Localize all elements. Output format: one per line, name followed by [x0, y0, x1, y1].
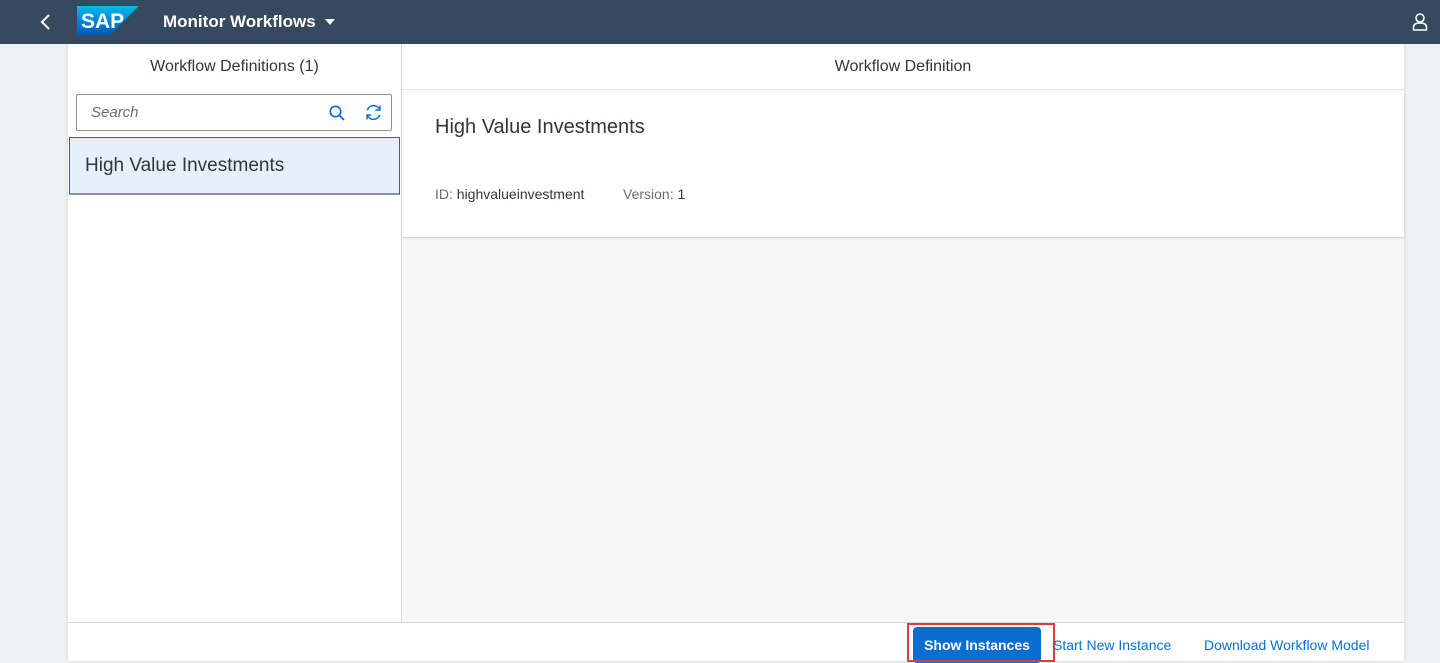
- list-item-label: High Value Investments: [85, 154, 285, 176]
- split-container: Workflow Definitions (1) High Value Inve…: [68, 44, 1404, 663]
- search-button[interactable]: [319, 95, 355, 130]
- object-header: High Value Investments ID: highvalueinve…: [402, 90, 1404, 238]
- search-field: [76, 94, 392, 131]
- attribute-version-value: 1: [677, 186, 686, 202]
- attribute-id: ID: highvalueinvestment: [435, 186, 584, 202]
- start-new-instance-button[interactable]: Start New Instance: [1053, 627, 1171, 663]
- user-button[interactable]: [1404, 6, 1436, 38]
- master-footer: [68, 622, 402, 661]
- download-workflow-model-button[interactable]: Download Workflow Model: [1204, 627, 1369, 663]
- master-pane: Workflow Definitions (1) High Value Inve…: [68, 44, 402, 661]
- refresh-icon: [365, 104, 381, 121]
- caret-down-icon: [324, 19, 335, 25]
- search-icon: [329, 104, 345, 121]
- back-button[interactable]: [30, 6, 62, 38]
- shell-bar: SAP Monitor Workflows: [0, 0, 1440, 44]
- person-icon: [1412, 13, 1428, 31]
- refresh-button[interactable]: [355, 95, 391, 130]
- master-title: Workflow Definitions (1): [150, 57, 319, 75]
- attribute-version-label: Version:: [623, 186, 674, 202]
- app-title: Monitor Workflows: [163, 12, 316, 31]
- attribute-version: Version: 1: [623, 186, 685, 202]
- attribute-id-value: highvalueinvestment: [456, 186, 585, 202]
- app-title-menu[interactable]: Monitor Workflows: [163, 0, 336, 44]
- object-title: High Value Investments: [435, 116, 645, 138]
- detail-footer-toolbar: Show Instances Start New Instance Downlo…: [402, 622, 1404, 663]
- show-instances-button[interactable]: Show Instances: [913, 627, 1041, 663]
- svg-text:SAP: SAP: [81, 10, 124, 33]
- search-input[interactable]: [77, 95, 319, 130]
- list-item-high-value-investments[interactable]: High Value Investments: [69, 137, 400, 195]
- detail-title: Workflow Definition: [402, 44, 1404, 90]
- chevron-left-icon: [40, 14, 50, 30]
- detail-pane: Workflow Definition High Value Investmen…: [402, 44, 1404, 663]
- sap-logo: SAP: [77, 6, 139, 35]
- attribute-id-label: ID:: [435, 186, 453, 202]
